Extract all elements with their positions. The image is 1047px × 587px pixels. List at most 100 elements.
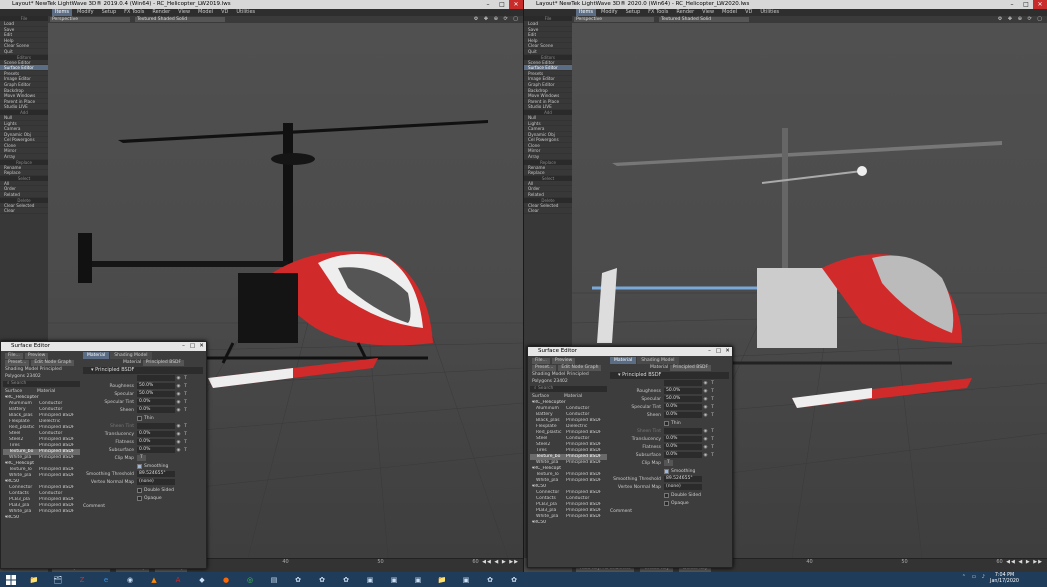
tab-shading-model[interactable]: Shading Model <box>637 357 679 364</box>
app-icon[interactable]: ▣ <box>455 573 477 586</box>
clip-map-button[interactable]: T <box>664 460 673 466</box>
view-mode-select[interactable]: Perspective <box>50 17 130 22</box>
envelope-icon[interactable]: ◉ <box>175 400 182 405</box>
property-value-field[interactable] <box>664 428 702 434</box>
close-button[interactable]: ✕ <box>723 347 732 356</box>
property-value-field[interactable]: 0.0% <box>137 399 175 405</box>
menu-item-items[interactable]: Items <box>52 9 72 16</box>
render-mode-select[interactable]: Textured Shaded Solid <box>659 17 749 22</box>
menu-item-render[interactable]: Render <box>673 9 697 16</box>
close-button[interactable]: ✕ <box>197 342 206 351</box>
menu-item-fx-tools[interactable]: FX Tools <box>645 9 671 16</box>
lw-icon[interactable]: ✿ <box>287 573 309 586</box>
property-value-field[interactable]: 0.0% <box>664 404 702 410</box>
playback-controls[interactable]: ◀◀ ◀ ▶ ▶▶ <box>1006 559 1043 566</box>
property-value-field[interactable] <box>137 375 175 381</box>
minimize-button[interactable]: – <box>705 347 714 356</box>
menu-item-utilities[interactable]: Utilities <box>233 9 258 16</box>
clock[interactable]: 7:04 PM Jan/17/2020 <box>990 573 1019 585</box>
envelope-icon[interactable]: ◉ <box>702 381 709 386</box>
menu-item-items[interactable]: Items <box>576 9 596 16</box>
envelope-icon[interactable]: ◉ <box>175 408 182 413</box>
toolbar-button-clear[interactable]: Clear <box>0 208 48 214</box>
tab-material[interactable]: Material <box>83 352 110 359</box>
property-value-field[interactable] <box>664 380 702 386</box>
maximize-button[interactable]: □ <box>495 0 509 9</box>
texture-icon[interactable]: T <box>182 432 189 437</box>
property-value-field[interactable]: 50.0% <box>137 391 175 397</box>
texture-icon[interactable]: T <box>709 381 716 386</box>
property-value-field[interactable]: 0.0% <box>664 412 702 418</box>
double-sided-checkbox[interactable] <box>664 492 669 498</box>
property-value-field[interactable]: 0.0% <box>664 444 702 450</box>
property-value-field[interactable] <box>137 423 175 429</box>
tab-material[interactable]: Material <box>610 357 637 364</box>
smoothing-checkbox[interactable] <box>137 463 142 469</box>
smoothing-checkbox[interactable] <box>664 468 669 474</box>
menu-item-setup[interactable]: Setup <box>99 9 120 16</box>
texture-icon[interactable]: T <box>709 453 716 458</box>
property-value-field[interactable]: 0.0% <box>137 439 175 445</box>
texture-icon[interactable]: T <box>709 389 716 394</box>
envelope-icon[interactable]: ◉ <box>702 437 709 442</box>
search-input[interactable]: ⌕ Search <box>530 386 607 392</box>
envelope-icon[interactable]: ◉ <box>702 453 709 458</box>
maximize-button[interactable]: □ <box>1019 0 1033 9</box>
texture-icon[interactable]: T <box>182 384 189 389</box>
clip-map-button[interactable]: T <box>137 455 146 461</box>
texture-icon[interactable]: T <box>182 400 189 405</box>
smoothing-threshold-field[interactable]: 89.524655° <box>664 476 702 482</box>
property-value-field[interactable]: 50.0% <box>137 383 175 389</box>
toolbar-button-clear[interactable]: Clear <box>524 208 572 214</box>
principled-bsdf-section[interactable]: ▾ Principled BSDF <box>83 367 203 374</box>
explorer-icon[interactable]: ▤ <box>263 573 285 586</box>
material-select[interactable]: Principled BSDF <box>669 365 712 371</box>
property-value-field[interactable]: 50.0% <box>664 388 702 394</box>
envelope-icon[interactable]: ◉ <box>702 405 709 410</box>
menu-item-view[interactable]: View <box>175 9 193 16</box>
texture-icon[interactable]: T <box>709 413 716 418</box>
search-input[interactable]: ⌕ Search <box>3 381 80 387</box>
maximize-button[interactable]: □ <box>188 342 197 351</box>
texture-icon[interactable]: T <box>182 448 189 453</box>
folder-icon[interactable]: 📁 <box>431 573 453 586</box>
double-sided-checkbox[interactable] <box>137 487 142 493</box>
property-value-field[interactable]: 0.0% <box>137 431 175 437</box>
lw-icon[interactable]: ✿ <box>335 573 357 586</box>
texture-icon[interactable]: T <box>182 408 189 413</box>
texture-icon[interactable]: T <box>709 437 716 442</box>
system-tray-icons[interactable]: ⌃ ▭ ♪ <box>962 574 987 580</box>
texture-icon[interactable]: T <box>709 397 716 402</box>
menu-item-render[interactable]: Render <box>149 9 173 16</box>
menu-item-view[interactable]: View <box>699 9 717 16</box>
envelope-icon[interactable]: ◉ <box>175 440 182 445</box>
chrome-icon[interactable]: ◎ <box>239 573 261 586</box>
acrobat-icon[interactable]: A <box>167 573 189 586</box>
menu-item-model[interactable]: Model <box>719 9 740 16</box>
texture-icon[interactable]: T <box>182 376 189 381</box>
vertex-normal-select[interactable]: (none) <box>664 484 702 490</box>
property-value-field[interactable]: 50.0% <box>664 396 702 402</box>
close-button[interactable]: ✕ <box>1033 0 1047 9</box>
opaque-checkbox[interactable] <box>664 500 669 506</box>
menu-item-modify[interactable]: Modify <box>598 9 621 16</box>
thin-checkbox[interactable] <box>664 420 669 426</box>
property-value-field[interactable]: 0.0% <box>664 452 702 458</box>
texture-icon[interactable]: T <box>182 440 189 445</box>
property-value-field[interactable]: 0.0% <box>137 407 175 413</box>
smoothing-threshold-field[interactable]: 89.524655° <box>137 471 175 477</box>
camera-icon[interactable]: ◉ <box>119 573 141 586</box>
filezilla-icon[interactable]: Z <box>71 573 93 586</box>
envelope-icon[interactable]: ◉ <box>175 432 182 437</box>
property-value-field[interactable]: 0.0% <box>137 447 175 453</box>
files-icon[interactable]: 🗂 <box>47 573 69 586</box>
minimize-button[interactable]: – <box>481 0 495 9</box>
envelope-icon[interactable]: ◉ <box>702 445 709 450</box>
app-icon[interactable]: ▣ <box>407 573 429 586</box>
texture-icon[interactable]: T <box>709 445 716 450</box>
menu-item-vd[interactable]: VD <box>742 9 755 16</box>
texture-icon[interactable]: T <box>182 424 189 429</box>
folder-icon[interactable]: 📁 <box>23 573 45 586</box>
principled-bsdf-section[interactable]: ▾ Principled BSDF <box>610 372 729 379</box>
property-value-field[interactable]: 0.0% <box>664 436 702 442</box>
